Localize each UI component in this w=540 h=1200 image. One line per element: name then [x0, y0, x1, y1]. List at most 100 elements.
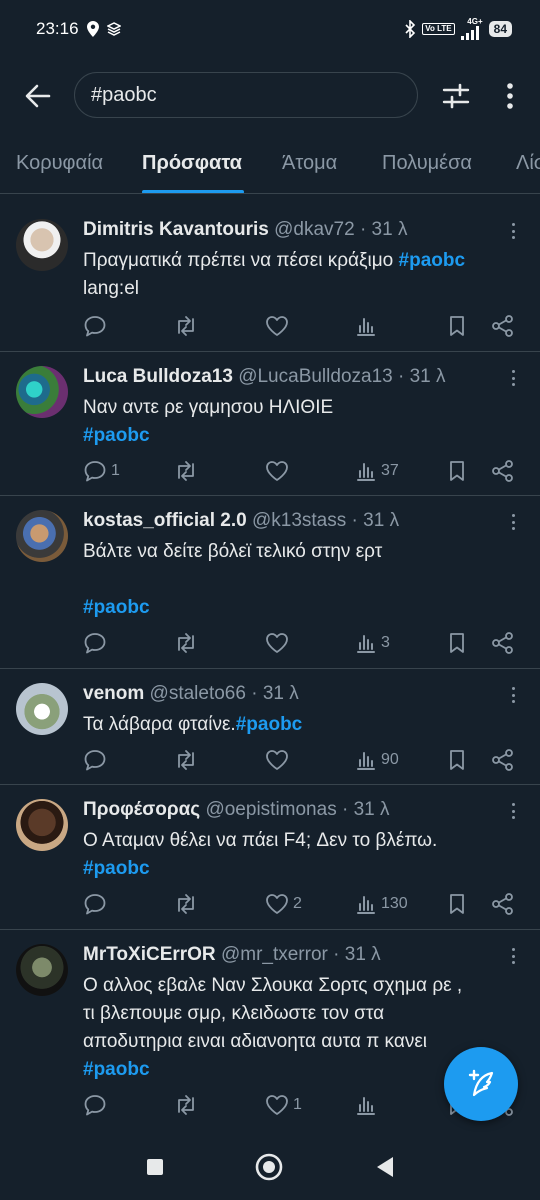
tab-people[interactable]: Άτομα: [282, 152, 337, 175]
views-button[interactable]: 3: [355, 630, 390, 656]
author-name[interactable]: Luca Bulldoza13: [83, 366, 233, 387]
author-name[interactable]: kostas_official 2.0: [83, 510, 247, 531]
views-button[interactable]: [355, 1092, 381, 1118]
back-nav-button[interactable]: [370, 1152, 400, 1182]
tweet-text-line: Τα λάβαρα φταίνε.: [83, 714, 236, 735]
tweet-text-line: lang:el: [83, 278, 139, 299]
tweet-text-line: τι βλεπουμε σμρ, κλειδωστε τον στα: [83, 1003, 385, 1024]
author-name[interactable]: Dimitris Kavantouris: [83, 219, 269, 240]
avatar[interactable]: [16, 944, 68, 996]
search-input[interactable]: #paobc: [74, 72, 418, 118]
avatar[interactable]: [16, 366, 68, 418]
share-button[interactable]: [491, 458, 515, 484]
author-name[interactable]: MrToXiCErrOR: [83, 944, 216, 965]
retweet-button[interactable]: [173, 891, 199, 917]
status-bar: 23:16 Vo LTE 4G+ 84: [0, 0, 540, 58]
tweet-item[interactable]: venom @staleto66 · 31 λ Τα λάβαρα φταίνε…: [0, 669, 540, 785]
like-button[interactable]: 1: [265, 1092, 302, 1118]
author-handle[interactable]: @LucaBulldoza13: [238, 366, 393, 387]
layers-icon: [106, 22, 121, 36]
author-handle[interactable]: @mr_txerror: [221, 944, 328, 965]
hashtag-link[interactable]: #paobc: [83, 597, 150, 618]
overflow-menu-button[interactable]: [494, 78, 526, 114]
view-count: 37: [381, 462, 399, 479]
back-button[interactable]: [20, 78, 56, 114]
like-button[interactable]: [265, 313, 293, 339]
tweet-feed: Dimitris Kavantouris @dkav72 · 31 λ Πραγ…: [0, 205, 540, 1130]
tweet-item[interactable]: Dimitris Kavantouris @dkav72 · 31 λ Πραγ…: [0, 205, 540, 352]
like-button[interactable]: [265, 630, 293, 656]
retweet-button[interactable]: [173, 458, 199, 484]
share-button[interactable]: [491, 630, 515, 656]
author-handle[interactable]: @oepistimonas: [205, 799, 336, 820]
avatar[interactable]: [16, 510, 68, 562]
bookmark-button[interactable]: [447, 458, 467, 484]
active-tab-indicator: [142, 190, 244, 193]
tweet-text-line: Ναν αντε ρε γαμησου ΗΛΙΘΙΕ: [83, 397, 334, 418]
views-button[interactable]: 90: [355, 747, 399, 773]
tab-top[interactable]: Κορυφαία: [16, 152, 103, 175]
tab-latest[interactable]: Πρόσφατα: [142, 152, 242, 175]
tweet-time: · 31 λ: [251, 683, 299, 704]
retweet-icon: [178, 633, 194, 653]
share-button[interactable]: [491, 313, 515, 339]
like-button[interactable]: [265, 458, 293, 484]
hashtag-link[interactable]: #paobc: [83, 858, 150, 879]
reply-button[interactable]: [83, 1092, 111, 1118]
retweet-button[interactable]: [173, 1092, 199, 1118]
author-handle[interactable]: @staleto66: [150, 683, 246, 704]
retweet-button[interactable]: [173, 747, 199, 773]
tweet-header: venom @staleto66 · 31 λ: [83, 683, 500, 705]
tweet-item[interactable]: Προφέσορας @oepistimonas · 31 λ Ο Αταμαν…: [0, 785, 540, 930]
views-button[interactable]: [355, 313, 381, 339]
tweet-more-button[interactable]: [506, 512, 520, 532]
hashtag-link[interactable]: #paobc: [83, 1059, 150, 1080]
recents-button[interactable]: [140, 1152, 170, 1182]
avatar[interactable]: [16, 683, 68, 735]
tab-lists[interactable]: Λίστες: [516, 152, 540, 175]
home-button[interactable]: [254, 1152, 284, 1182]
bookmark-button[interactable]: [447, 630, 467, 656]
tweet-more-button[interactable]: [506, 946, 520, 966]
tweet-more-button[interactable]: [506, 801, 520, 821]
avatar[interactable]: [16, 219, 68, 271]
tweet-text-line: Ο αλλος εβαλε Ναν Σλουκα Σορτς σχημα ρε …: [83, 975, 463, 996]
tweet-item[interactable]: kostas_official 2.0 @k13stass · 31 λ Βάλ…: [0, 496, 540, 669]
author-handle[interactable]: @dkav72: [274, 219, 355, 240]
avatar[interactable]: [16, 799, 68, 851]
tweet-more-button[interactable]: [506, 368, 520, 388]
search-filter-button[interactable]: [438, 78, 474, 114]
tweet-item[interactable]: Luca Bulldoza13 @LucaBulldoza13 · 31 λ Ν…: [0, 352, 540, 496]
views-button[interactable]: 130: [355, 891, 408, 917]
author-handle[interactable]: @k13stass: [252, 510, 346, 531]
tab-media[interactable]: Πολυμέσα: [382, 152, 472, 175]
share-button[interactable]: [491, 747, 515, 773]
bookmark-button[interactable]: [447, 891, 467, 917]
tweet-more-button[interactable]: [506, 685, 520, 705]
like-button[interactable]: [265, 747, 293, 773]
tweet-actions: 3: [83, 630, 523, 656]
hashtag-link[interactable]: #paobc: [83, 425, 150, 446]
reply-button[interactable]: 1: [83, 458, 120, 484]
views-button[interactable]: 37: [355, 458, 399, 484]
bookmark-button[interactable]: [447, 313, 467, 339]
bookmark-button[interactable]: [447, 747, 467, 773]
like-button[interactable]: 2: [265, 891, 302, 917]
compose-tweet-button[interactable]: [444, 1047, 518, 1121]
share-button[interactable]: [491, 891, 515, 917]
retweet-icon: [178, 1095, 194, 1115]
reply-button[interactable]: [83, 747, 111, 773]
reply-button[interactable]: [83, 313, 111, 339]
tweet-text: Βάλτε να δείτε βόλεϊ τελικό στην ερτ #pa…: [83, 538, 524, 622]
author-name[interactable]: Προφέσορας: [83, 799, 200, 820]
home-circle-icon: [255, 1153, 283, 1181]
tweet-text-line: Ο Αταμαν θέλει να πάει F4; Δεν το βλέπω.: [83, 830, 438, 851]
retweet-button[interactable]: [173, 313, 199, 339]
hashtag-link[interactable]: #paobc: [236, 714, 303, 735]
author-name[interactable]: venom: [83, 683, 144, 704]
reply-button[interactable]: [83, 630, 111, 656]
retweet-button[interactable]: [173, 630, 199, 656]
reply-button[interactable]: [83, 891, 111, 917]
tweet-more-button[interactable]: [506, 221, 520, 241]
hashtag-link[interactable]: #paobc: [399, 250, 466, 271]
